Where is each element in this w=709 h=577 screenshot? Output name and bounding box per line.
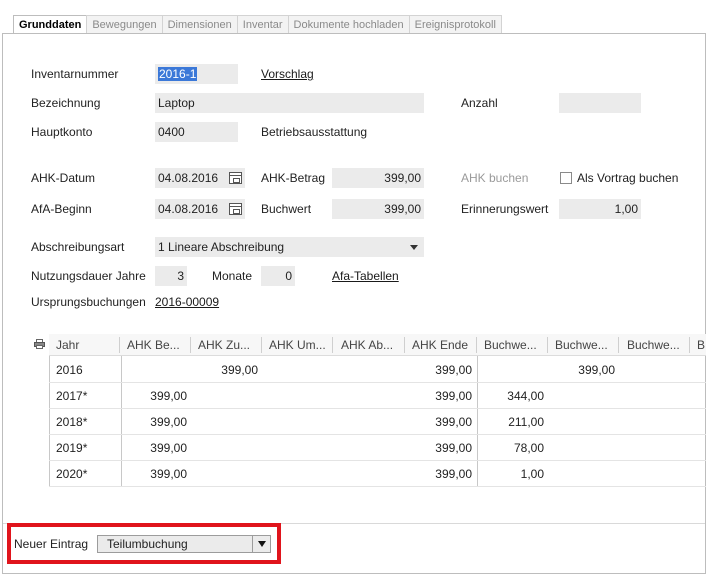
abschreibungsart-value: 1 Lineare Abschreibung (158, 240, 285, 254)
cell-ahk-beginn: 399,00 (150, 467, 187, 481)
neuer-eintrag-value: Teilumbuchung (107, 537, 188, 551)
cell-buchwert-1: 78,00 (513, 441, 544, 455)
hauptkonto-label: Hauptkonto (31, 125, 93, 139)
tab-bar: Grunddaten Bewegungen Dimensionen Invent… (13, 15, 502, 35)
cell-ahk-zugang (198, 409, 258, 435)
table-row[interactable]: 2019* 399,00 399,00 78,00 (49, 435, 706, 461)
erinnerungswert-label: Erinnerungswert (461, 202, 549, 216)
ahk-datum-label: AHK-Datum (31, 171, 96, 185)
ursprungsbuchungen-label: Ursprungsbuchungen (31, 295, 146, 309)
cell-ahk-beginn (127, 357, 187, 383)
buchwert-field[interactable]: 399,00 (332, 199, 424, 219)
cell-buchwert-2 (555, 383, 615, 409)
calendar-icon[interactable] (229, 203, 242, 215)
monate-label: Monate (212, 269, 253, 283)
column-header-ahk-zugang[interactable]: AHK Zu... (198, 334, 260, 356)
hauptkonto-field[interactable]: 0400 (155, 122, 238, 142)
ahk-betrag-field[interactable]: 399,00 (332, 168, 424, 188)
cell-jahr: 2016 (56, 363, 83, 377)
table-row[interactable]: 2020* 399,00 399,00 1,00 (49, 461, 706, 487)
dropdown-button[interactable] (252, 536, 270, 552)
cell-ahk-ende: 399,00 (435, 363, 472, 377)
cell-ahk-zugang (198, 461, 258, 487)
cell-buchwert-2 (555, 461, 615, 487)
column-header-buchwert-1[interactable]: Buchwe... (484, 334, 546, 356)
table-row[interactable]: 2016 399,00 399,00 399,00 (49, 357, 706, 383)
cell-ahk-ende: 399,00 (435, 389, 472, 403)
inventarnummer-label: Inventarnummer (31, 67, 119, 81)
column-header-truncated[interactable]: B (697, 334, 706, 356)
printer-icon[interactable] (34, 339, 45, 349)
cell-ahk-beginn: 399,00 (150, 441, 187, 455)
inventarnummer-field[interactable]: 2016-1 (155, 64, 238, 84)
als-vortrag-checkbox[interactable] (560, 172, 572, 184)
ursprungsbuchungen-link[interactable]: 2016-00009 (155, 292, 219, 312)
abschreibungsart-select[interactable]: 1 Lineare Abschreibung (155, 237, 424, 257)
monate-field[interactable]: 0 (261, 266, 295, 286)
column-header-ahk-ende[interactable]: AHK Ende (412, 334, 474, 356)
bezeichnung-field[interactable]: Laptop (155, 93, 424, 113)
cell-ahk-beginn: 399,00 (150, 415, 187, 429)
cell-ahk-ende: 399,00 (435, 467, 472, 481)
cell-ahk-beginn: 399,00 (150, 389, 187, 403)
window: Grunddaten Bewegungen Dimensionen Invent… (0, 0, 709, 577)
cell-jahr: 2018* (56, 415, 88, 429)
als-vortrag-label: Als Vortrag buchen (577, 171, 679, 185)
chevron-down-icon (258, 541, 266, 547)
tab-dokumente-hochladen[interactable]: Dokumente hochladen (287, 15, 410, 34)
cell-ahk-zugang (198, 435, 258, 461)
anzahl-label: Anzahl (461, 96, 498, 110)
tab-ereignisprotokoll[interactable]: Ereignisprotokoll (408, 15, 502, 34)
inventarnummer-value: 2016-1 (158, 67, 198, 81)
anzahl-field[interactable] (559, 93, 641, 113)
tab-bewegungen[interactable]: Bewegungen (86, 15, 163, 34)
vorschlag-link[interactable]: Vorschlag (261, 64, 314, 84)
cell-buchwert-1: 211,00 (508, 415, 544, 429)
bezeichnung-label: Bezeichnung (31, 96, 101, 110)
neuer-eintrag-label: Neuer Eintrag (14, 537, 89, 551)
neuer-eintrag-select[interactable]: Teilumbuchung (97, 535, 271, 553)
cell-jahr: 2020* (56, 467, 88, 481)
tab-grunddaten[interactable]: Grunddaten (13, 15, 88, 35)
cell-buchwert-2 (555, 409, 615, 435)
abschreibungsart-label: Abschreibungsart (31, 240, 125, 254)
ahk-betrag-label: AHK-Betrag (261, 171, 326, 185)
ahk-buchen-label: AHK buchen (461, 171, 529, 185)
chevron-down-icon[interactable] (410, 245, 418, 250)
cell-buchwert-2: 399,00 (578, 363, 615, 377)
column-header-ahk-beginn[interactable]: AHK Be... (127, 334, 189, 356)
cell-jahr: 2017* (56, 389, 88, 403)
column-header-ahk-umbuchung[interactable]: AHK Um... (269, 334, 331, 356)
tab-inventar[interactable]: Inventar (236, 15, 289, 34)
cell-jahr: 2019* (56, 441, 88, 455)
cell-buchwert-1 (484, 357, 544, 383)
table-header: Jahr AHK Be... AHK Zu... AHK Um... AHK A… (49, 334, 706, 356)
column-header-buchwert-2[interactable]: Buchwe... (555, 334, 617, 356)
nutzungsdauer-label: Nutzungsdauer Jahre (31, 269, 146, 283)
tab-dimensionen[interactable]: Dimensionen (161, 15, 238, 34)
cell-buchwert-2 (555, 435, 615, 461)
cell-ahk-ende: 399,00 (435, 415, 472, 429)
column-header-buchwert-3[interactable]: Buchwe... (627, 334, 689, 356)
buchwert-label: Buchwert (261, 202, 312, 216)
column-header-ahk-abgang[interactable]: AHK Ab... (341, 334, 403, 356)
afa-beginn-label: AfA-Beginn (31, 202, 92, 216)
table-row[interactable]: 2018* 399,00 399,00 211,00 (49, 409, 706, 435)
cell-ahk-ende: 399,00 (435, 441, 472, 455)
calendar-icon[interactable] (229, 172, 242, 184)
table-row[interactable]: 2017* 399,00 399,00 344,00 (49, 383, 706, 409)
hauptkonto-description: Betriebsausstattung (261, 125, 368, 139)
cell-buchwert-1: 344,00 (507, 389, 544, 403)
buchungen-table: Jahr AHK Be... AHK Zu... AHK Um... AHK A… (49, 334, 706, 487)
cell-ahk-zugang (198, 383, 258, 409)
afa-tabellen-link[interactable]: Afa-Tabellen (332, 266, 399, 286)
cell-ahk-zugang: 399,00 (221, 363, 258, 377)
cell-buchwert-1: 1,00 (520, 467, 544, 481)
nutzungsdauer-field[interactable]: 3 (155, 266, 187, 286)
column-header-jahr[interactable]: Jahr (56, 334, 116, 356)
erinnerungswert-field[interactable]: 1,00 (559, 199, 641, 219)
